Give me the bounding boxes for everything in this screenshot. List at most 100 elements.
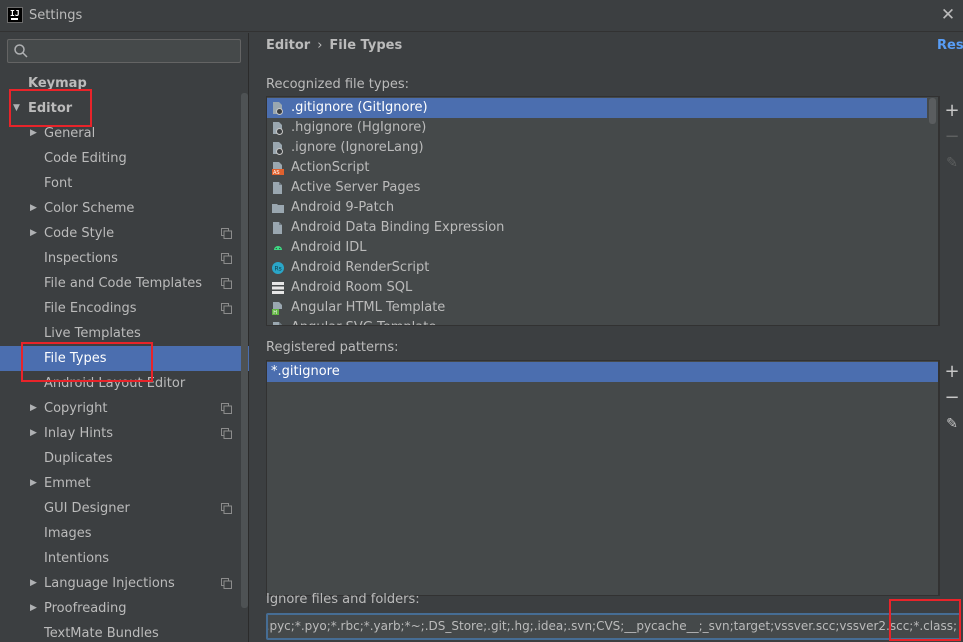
remove-pattern-button[interactable]: − xyxy=(940,386,963,410)
chevron-right-icon[interactable]: ▶ xyxy=(30,471,40,496)
sidebar-item-duplicates[interactable]: Duplicates xyxy=(0,446,249,471)
sidebar-item-code-style[interactable]: ▶ Code Style xyxy=(0,221,249,246)
renderscript-icon: Rs xyxy=(272,262,284,274)
sidebar-item-file-types[interactable]: File Types xyxy=(0,346,249,371)
project-scope-icon xyxy=(221,403,232,414)
sidebar-item-android-layout-editor[interactable]: Android Layout Editor xyxy=(0,371,249,396)
sidebar-item-color-scheme[interactable]: ▶ Color Scheme xyxy=(0,196,249,221)
window-title: Settings xyxy=(29,8,83,23)
sidebar-item-label: Intentions xyxy=(44,551,110,566)
sidebar-item-label: Color Scheme xyxy=(44,201,135,216)
recognized-file-types-list[interactable]: .gitignore (GitIgnore) .hgignore (HgIgnor… xyxy=(266,96,939,326)
file-type-label: Angular SVG Template xyxy=(291,318,436,325)
sidebar-item-gui-designer[interactable]: GUI Designer xyxy=(0,496,249,521)
registered-patterns-label: Registered patterns: xyxy=(266,340,399,355)
add-pattern-button[interactable]: + xyxy=(940,360,963,384)
file-type-row[interactable]: H Angular HTML Template xyxy=(267,298,927,318)
project-scope-icon xyxy=(221,503,232,514)
sidebar-item-label: GUI Designer xyxy=(44,501,130,516)
chevron-right-icon[interactable]: ▶ xyxy=(30,196,40,221)
chevron-right-icon[interactable]: ▶ xyxy=(30,121,40,146)
project-scope-icon xyxy=(221,578,232,589)
chevron-right-icon[interactable]: ▶ xyxy=(30,421,40,446)
search-input[interactable] xyxy=(7,39,241,63)
sidebar-item-label: Copyright xyxy=(44,401,108,416)
file-types-scrollbar[interactable] xyxy=(929,98,936,124)
breadcrumb: Editor › File Types xyxy=(266,38,402,53)
file-types-panel: Editor › File Types Rese Recognized file t… xyxy=(250,33,963,642)
sidebar-item-inlay-hints[interactable]: ▶ Inlay Hints xyxy=(0,421,249,446)
close-icon[interactable]: ✕ xyxy=(937,4,959,26)
sidebar-item-label: Inspections xyxy=(44,251,118,266)
sidebar-item-label: File Types xyxy=(44,351,107,366)
sidebar-item-label: Code Editing xyxy=(44,151,127,166)
registered-patterns-list[interactable]: *.gitignore xyxy=(266,360,939,596)
file-icon xyxy=(273,222,282,234)
chevron-down-icon[interactable]: ▼ xyxy=(13,96,23,121)
recognized-file-types-label: Recognized file types: xyxy=(266,77,409,92)
file-type-label: Android 9-Patch xyxy=(291,200,395,215)
sidebar-item-editor[interactable]: ▼ Editor xyxy=(0,96,249,121)
sidebar-item-file-encodings[interactable]: File Encodings xyxy=(0,296,249,321)
edit-pattern-button[interactable]: ✎ xyxy=(940,412,963,436)
settings-sidebar: Keymap ▼ Editor ▶ General Code Editing Font ▶ Co… xyxy=(0,33,249,642)
file-type-label: Android Data Binding Expression xyxy=(291,220,505,235)
sidebar-item-intentions[interactable]: Intentions xyxy=(0,546,249,571)
file-type-label: Android RenderScript xyxy=(291,260,430,275)
file-type-row[interactable]: Active Server Pages xyxy=(267,178,927,198)
sidebar-item-images[interactable]: Images xyxy=(0,521,249,546)
sidebar-item-label: Android Layout Editor xyxy=(44,376,186,391)
project-scope-icon xyxy=(221,428,232,439)
chevron-right-icon[interactable]: ▶ xyxy=(30,571,40,596)
sidebar-item-label: Live Templates xyxy=(44,326,141,341)
sidebar-item-textmate-bundles[interactable]: TextMate Bundles xyxy=(0,621,249,642)
project-scope-icon xyxy=(221,253,232,264)
sidebar-item-inspections[interactable]: Inspections xyxy=(0,246,249,271)
ignore-file-icon xyxy=(273,142,283,155)
pattern-row[interactable]: *.gitignore xyxy=(267,362,938,382)
file-type-row[interactable]: Android Room SQL xyxy=(267,278,927,298)
sidebar-item-proofreading[interactable]: ▶ Proofreading xyxy=(0,596,249,621)
chevron-right-icon[interactable]: ▶ xyxy=(30,596,40,621)
project-scope-icon xyxy=(221,228,232,239)
remove-file-type-button[interactable]: − xyxy=(940,125,963,149)
file-type-label: .ignore (IgnoreLang) xyxy=(291,140,424,155)
search-icon xyxy=(14,44,28,58)
file-type-row[interactable]: .gitignore (GitIgnore) xyxy=(267,98,927,118)
edit-file-type-button[interactable]: ✎ xyxy=(940,151,963,175)
chevron-right-icon[interactable]: ▶ xyxy=(30,221,40,246)
sidebar-item-code-editing[interactable]: Code Editing xyxy=(0,146,249,171)
sidebar-item-file-and-code-templates[interactable]: File and Code Templates xyxy=(0,271,249,296)
ignore-files-input[interactable]: *.hprof;*.iml;*.pyc;*.pyo;*.rbc;*.yarb;*… xyxy=(266,613,961,640)
sidebar-item-copyright[interactable]: ▶ Copyright xyxy=(0,396,249,421)
file-type-row[interactable]: AS ActionScript xyxy=(267,158,927,178)
ignore-file-icon xyxy=(273,122,283,135)
folder-icon xyxy=(272,204,284,213)
breadcrumb-parent[interactable]: Editor xyxy=(266,38,310,53)
add-file-type-button[interactable]: + xyxy=(940,99,963,123)
file-type-row[interactable]: .hgignore (HgIgnore) xyxy=(267,118,927,138)
sidebar-item-keymap[interactable]: Keymap xyxy=(0,71,249,96)
title-bar: IJ Settings ✕ xyxy=(0,0,963,32)
chevron-right-icon[interactable]: ▶ xyxy=(30,396,40,421)
sidebar-item-label: File and Code Templates xyxy=(44,276,202,291)
sidebar-item-label: General xyxy=(44,126,96,141)
sidebar-item-language-injections[interactable]: ▶ Language Injections xyxy=(0,571,249,596)
sidebar-item-emmet[interactable]: ▶ Emmet xyxy=(0,471,249,496)
sidebar-scrollbar[interactable] xyxy=(241,93,248,608)
sidebar-item-font[interactable]: Font xyxy=(0,171,249,196)
sidebar-item-label: Inlay Hints xyxy=(44,426,113,441)
sidebar-item-label: Language Injections xyxy=(44,576,175,591)
sidebar-item-general[interactable]: ▶ General xyxy=(0,121,249,146)
file-type-row[interactable]: Rs Android RenderScript xyxy=(267,258,927,278)
ignore-files-value: *.hprof;*.iml;*.pyc;*.pyo;*.rbc;*.yarb;*… xyxy=(266,619,957,633)
file-type-row[interactable]: .ignore (IgnoreLang) xyxy=(267,138,927,158)
file-type-row[interactable]: Android IDL xyxy=(267,238,927,258)
sidebar-item-live-templates[interactable]: Live Templates xyxy=(0,321,249,346)
reset-link[interactable]: Rese xyxy=(937,38,963,53)
file-type-row[interactable]: Android 9-Patch xyxy=(267,198,927,218)
file-type-row[interactable]: Android Data Binding Expression xyxy=(267,218,927,238)
breadcrumb-separator: › xyxy=(317,38,323,53)
breadcrumb-current: File Types xyxy=(329,38,403,53)
file-type-row[interactable]: Angular SVG Template xyxy=(267,318,927,325)
